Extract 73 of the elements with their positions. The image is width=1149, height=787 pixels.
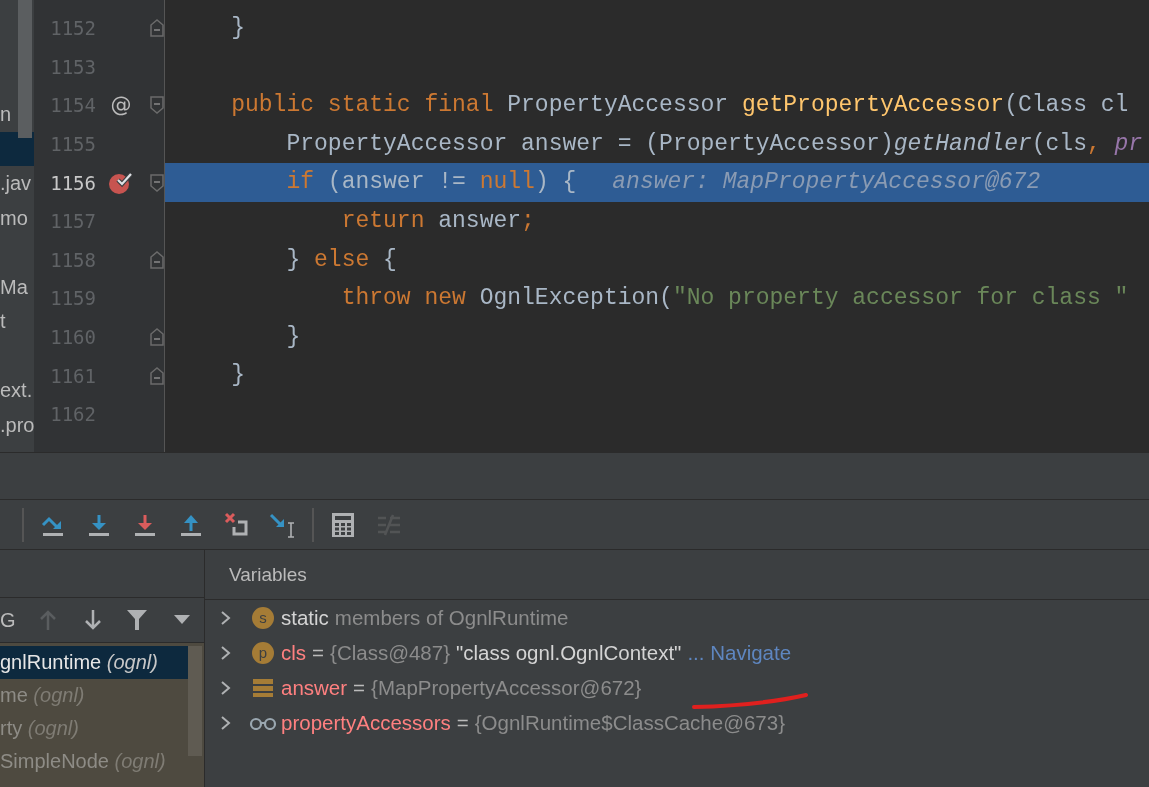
expand-chevron-icon[interactable] — [219, 714, 233, 731]
tree-item[interactable]: .jav — [0, 166, 34, 201]
fold-marker-icon[interactable] — [150, 366, 164, 385]
fold-marker-icon[interactable] — [150, 96, 164, 115]
variable-name: cls — [281, 640, 307, 665]
expand-chevron-icon[interactable] — [219, 679, 233, 696]
scrollbar-thumb[interactable] — [188, 646, 202, 756]
parameter-badge: p — [252, 641, 274, 664]
equals-sign: = — [353, 675, 366, 700]
code-token: , — [1086, 130, 1102, 157]
code-token: (answer != — [326, 169, 467, 196]
code-token: (Class cl — [1004, 92, 1129, 119]
variable-name: answer — [281, 675, 348, 700]
breakpoint-icon[interactable] — [108, 170, 134, 195]
code-token: ; — [521, 207, 535, 234]
code-token: else — [314, 246, 370, 273]
code-token: null — [479, 169, 535, 196]
tree-item[interactable]: Ma — [0, 269, 34, 304]
code-token: PropertyAccessor answer = (PropertyAccessor) — [285, 130, 894, 157]
code-token: { — [382, 246, 397, 273]
tree-item[interactable]: mo — [0, 200, 34, 235]
code-token: } — [230, 15, 245, 41]
code-token: ) { — [534, 169, 577, 196]
equals-sign: = — [312, 640, 325, 665]
code-token: return — [340, 207, 425, 234]
code-token: public static final — [230, 92, 495, 119]
fold-marker-icon[interactable] — [150, 328, 164, 347]
variable-type: {OgnlRuntime$ClassCache@673} — [474, 710, 785, 735]
code-token: throw new — [340, 285, 467, 312]
filter-icon — [126, 609, 149, 631]
variable-type: {MapPropertyAccessor@672} — [371, 675, 642, 700]
tree-item[interactable]: ext. — [0, 373, 34, 408]
code-token: getHandler — [893, 130, 1032, 157]
code-token: "No property accessor for class " — [672, 285, 1129, 312]
code-token: OgnlException( — [479, 285, 673, 312]
fold-marker-icon[interactable] — [150, 19, 164, 38]
expand-chevron-icon[interactable] — [219, 644, 233, 661]
variable-name: propertyAccessors — [281, 710, 451, 735]
panel-title: Variables — [229, 563, 307, 586]
code-token: PropertyAccessor — [507, 92, 730, 119]
stack-icon — [252, 677, 274, 698]
fold-marker-icon[interactable] — [150, 250, 164, 269]
calculator-icon — [331, 511, 355, 538]
code-token: if — [285, 169, 315, 196]
code-token: pr — [1114, 130, 1143, 157]
panel-label: G — [0, 608, 17, 632]
variable-type: members of OgnlRuntime — [334, 605, 569, 630]
code-token: } — [285, 323, 301, 350]
fold-marker-icon[interactable] — [150, 173, 164, 192]
code-token: (cls — [1031, 130, 1087, 157]
expand-chevron-icon[interactable] — [219, 609, 233, 626]
tree-item[interactable]: .pro — [0, 407, 34, 442]
code-token: } — [230, 362, 245, 389]
equals-sign: = — [456, 710, 469, 735]
navigate-link[interactable]: ... Navigate — [687, 640, 792, 665]
drop-frame-icon — [223, 510, 251, 539]
code-token: } — [285, 246, 302, 273]
inline-value-hint: answer: MapPropertyAccessor@672 — [612, 169, 1041, 196]
down-arrow-icon — [82, 609, 103, 631]
override-marker[interactable]: @ — [110, 93, 132, 118]
variable-value: "class ognl.OgnlContext" — [456, 640, 682, 665]
stack-frame-row[interactable]: gnlRuntime (ognl) — [0, 646, 188, 679]
glasses-icon — [249, 715, 277, 730]
tree-item[interactable]: n — [0, 97, 34, 132]
line-number: 1156 — [49, 171, 96, 194]
static-badge: s — [252, 606, 274, 629]
code-token: getPropertyAccessor — [741, 92, 1005, 119]
dropdown-caret-icon — [173, 615, 190, 625]
scrollbar-thumb[interactable] — [18, 0, 32, 138]
tree-item[interactable]: t — [0, 304, 34, 339]
variable-type: {Class@487} — [330, 640, 450, 665]
code-token: answer — [437, 207, 522, 234]
variable-value: static — [281, 605, 329, 630]
